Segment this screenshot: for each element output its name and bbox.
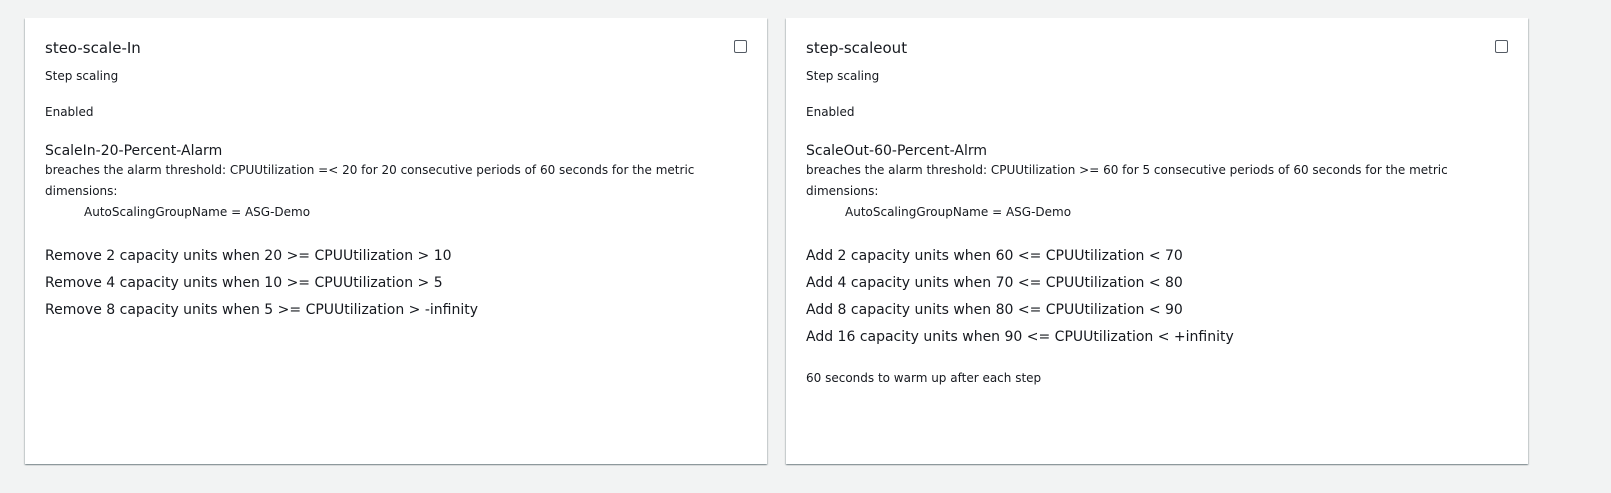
warmup-note: 60 seconds to warm up after each step: [806, 371, 1042, 385]
step-item: Remove 2 capacity units when 20 >= CPUUt…: [45, 248, 452, 264]
policy-status: Enabled: [806, 105, 855, 119]
step-item: Remove 4 capacity units when 10 >= CPUUt…: [45, 275, 443, 291]
policy-type: Step scaling: [45, 69, 119, 83]
alarm-dimension: AutoScalingGroupName = ASG-Demo: [84, 205, 311, 219]
step-item: Remove 8 capacity units when 5 >= CPUUti…: [45, 302, 478, 318]
policy-status: Enabled: [45, 105, 94, 119]
policy-name: step-scaleout: [806, 39, 908, 57]
step-item: Add 16 capacity units when 90 <= CPUUtil…: [806, 329, 1234, 345]
step-item: Add 2 capacity units when 60 <= CPUUtili…: [806, 248, 1183, 264]
alarm-description: breaches the alarm threshold: CPUUtiliza…: [45, 163, 695, 198]
policy-select-checkbox[interactable]: [734, 40, 747, 53]
policy-card-scale-in: steo-scale-In Step scaling Enabled Scale…: [25, 18, 767, 464]
policy-card-scale-out: step-scaleout Step scaling Enabled Scale…: [786, 18, 1528, 464]
alarm-name: ScaleIn-20-Percent-Alarm: [45, 143, 223, 159]
step-item: Add 8 capacity units when 80 <= CPUUtili…: [806, 302, 1183, 318]
alarm-name: ScaleOut-60-Percent-Alrm: [806, 143, 988, 159]
step-list: Add 2 capacity units when 60 <= CPUUtili…: [806, 243, 1508, 351]
alarm-description: breaches the alarm threshold: CPUUtiliza…: [806, 163, 1448, 198]
alarm-dimension: AutoScalingGroupName = ASG-Demo: [845, 205, 1072, 219]
step-list: Remove 2 capacity units when 20 >= CPUUt…: [45, 243, 747, 324]
policy-type: Step scaling: [806, 69, 880, 83]
policy-name: steo-scale-In: [45, 39, 141, 57]
policy-select-checkbox[interactable]: [1495, 40, 1508, 53]
step-item: Add 4 capacity units when 70 <= CPUUtili…: [806, 275, 1183, 291]
